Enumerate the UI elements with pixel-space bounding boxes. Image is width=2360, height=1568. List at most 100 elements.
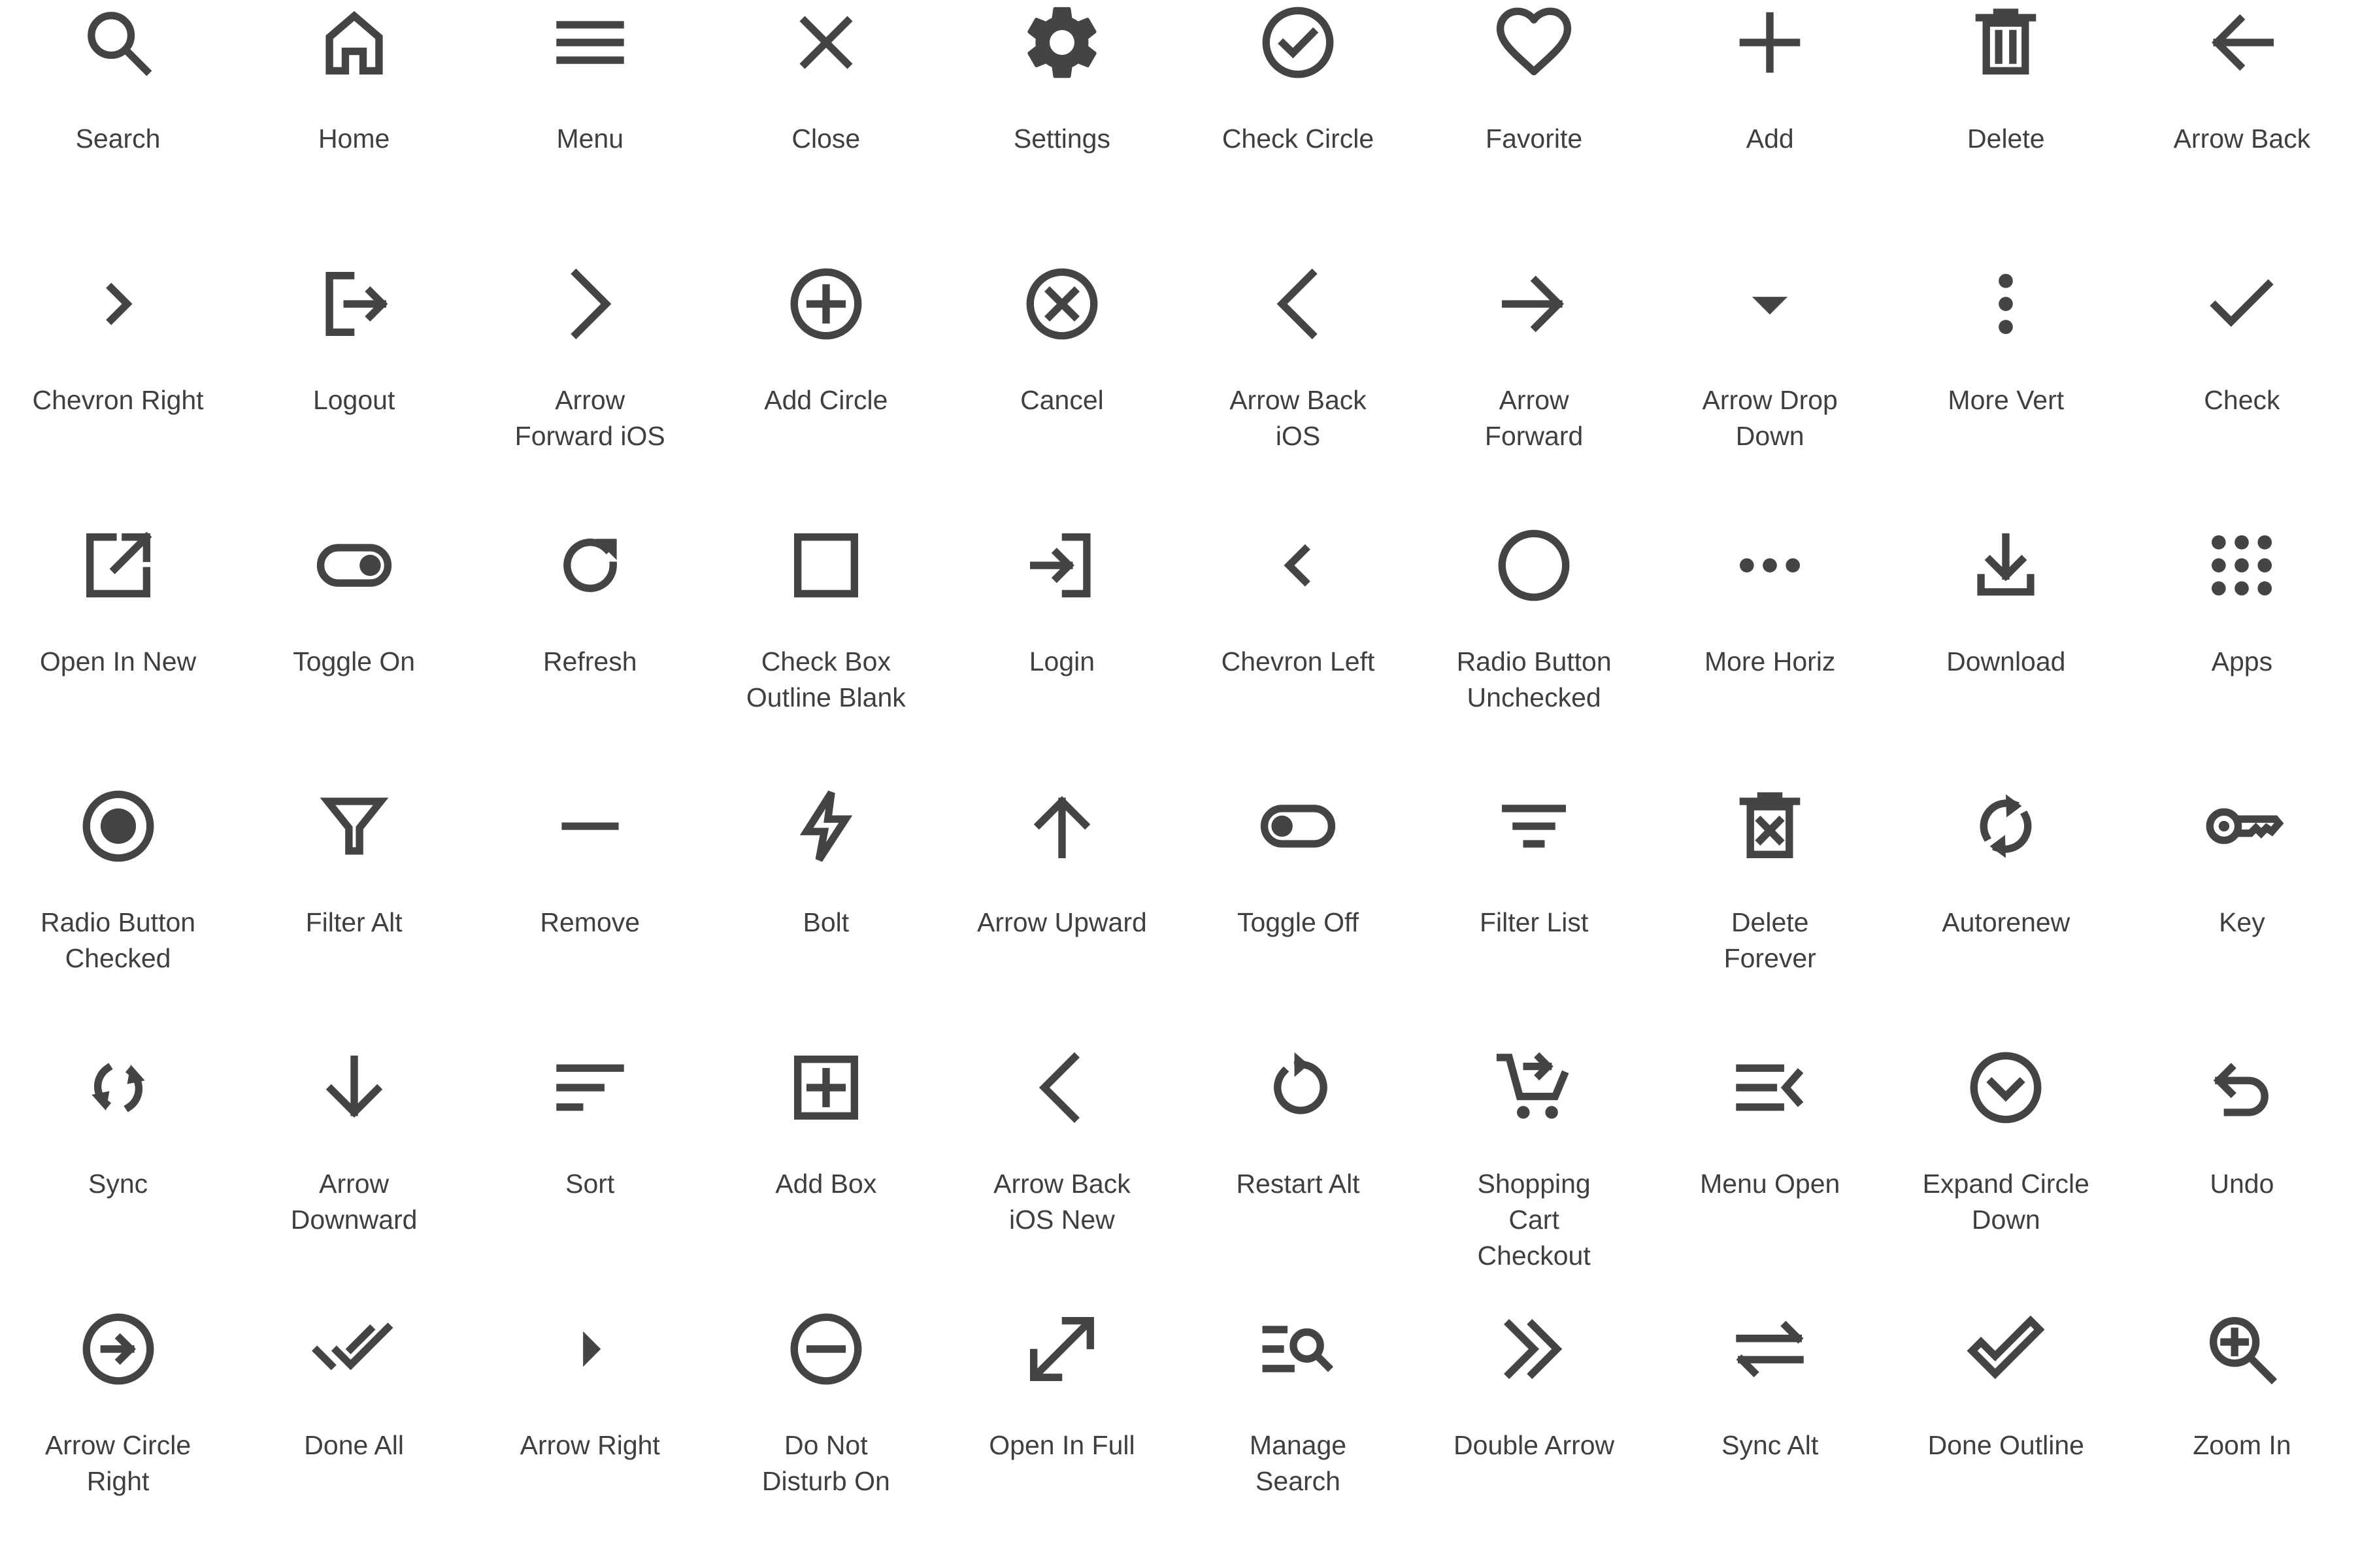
arrow-forward-ios-icon <box>548 261 633 346</box>
icon-tile-remove[interactable]: Remove <box>472 784 708 1045</box>
icon-tile-delete-forever[interactable]: Delete Forever <box>1652 784 1888 1045</box>
icon-label: More Vert <box>1948 384 2065 415</box>
icon-tile-done-all[interactable]: Done All <box>236 1307 472 1568</box>
icon-label: Sync <box>88 1169 148 1199</box>
icon-tile-cancel[interactable]: Cancel <box>944 261 1180 523</box>
filter-list-icon <box>1491 784 1576 869</box>
icon-tile-manage-search[interactable]: Manage Search <box>1180 1307 1416 1568</box>
check-icon <box>2199 261 2284 346</box>
icon-tile-add-circle[interactable]: Add Circle <box>708 261 944 523</box>
icon-tile-filter-alt[interactable]: Filter Alt <box>236 784 472 1045</box>
icon-tile-sync-alt[interactable]: Sync Alt <box>1652 1307 1888 1568</box>
icon-tile-favorite[interactable]: Favorite <box>1416 0 1652 261</box>
login-icon <box>1020 523 1105 608</box>
icon-tile-bolt[interactable]: Bolt <box>708 784 944 1045</box>
icon-tile-chevron-right[interactable]: Chevron Right <box>0 261 236 523</box>
icon-tile-arrow-back-ios[interactable]: Arrow Back iOS <box>1180 261 1416 523</box>
icon-tile-key[interactable]: Key <box>2124 784 2360 1045</box>
icon-tile-add-box[interactable]: Add Box <box>708 1045 944 1307</box>
icon-tile-home[interactable]: Home <box>236 0 472 261</box>
icon-tile-chevron-left[interactable]: Chevron Left <box>1180 523 1416 784</box>
icon-tile-undo[interactable]: Undo <box>2124 1045 2360 1307</box>
bolt-icon <box>784 784 869 869</box>
icon-tile-arrow-drop-down[interactable]: Arrow Drop Down <box>1652 261 1888 523</box>
double-arrow-icon <box>1491 1307 1576 1392</box>
done-all-icon <box>311 1307 397 1392</box>
icon-label: Menu <box>556 124 624 154</box>
icon-tile-arrow-circle-right[interactable]: Arrow Circle Right <box>0 1307 236 1568</box>
toggle-on-icon <box>312 523 397 608</box>
radio-button-unchecked-icon <box>1491 523 1576 608</box>
icon-tile-shopping-cart-checkout[interactable]: Shopping Cart Checkout <box>1416 1045 1652 1307</box>
arrow-circle-right-icon <box>76 1307 161 1392</box>
icon-tile-arrow-forward-ios[interactable]: Arrow Forward iOS <box>472 261 708 523</box>
icon-tile-add[interactable]: Add <box>1652 0 1888 261</box>
icon-label: Add Box <box>775 1169 877 1199</box>
icon-tile-menu[interactable]: Menu <box>472 0 708 261</box>
icon-tile-arrow-right[interactable]: Arrow Right <box>472 1307 708 1568</box>
icon-label: Add <box>1746 124 1794 154</box>
icon-tile-check-circle[interactable]: Check Circle <box>1180 0 1416 261</box>
done-outline-icon <box>1963 1307 2048 1392</box>
icon-tile-arrow-upward[interactable]: Arrow Upward <box>944 784 1180 1045</box>
icon-tile-filter-list[interactable]: Filter List <box>1416 784 1652 1045</box>
icon-tile-toggle-on[interactable]: Toggle On <box>236 523 472 784</box>
cancel-icon <box>1020 261 1105 346</box>
do-not-disturb-on-icon <box>784 1307 869 1392</box>
icon-tile-delete[interactable]: Delete <box>1888 0 2124 261</box>
icon-label: Zoom In <box>2193 1429 2291 1460</box>
icon-tile-expand-circle-down[interactable]: Expand Circle Down <box>1888 1045 2124 1307</box>
icon-tile-login[interactable]: Login <box>944 523 1180 784</box>
arrow-right-icon <box>548 1307 633 1392</box>
icon-tile-arrow-back[interactable]: Arrow Back <box>2124 0 2360 261</box>
icon-label: Radio Button Unchecked <box>1456 646 1612 712</box>
icon-label: Delete Forever <box>1723 907 1816 974</box>
icon-tile-do-not-disturb-on[interactable]: Do Not Disturb On <box>708 1307 944 1568</box>
icon-label: Arrow Forward iOS <box>514 384 665 451</box>
icon-tile-download[interactable]: Download <box>1888 523 2124 784</box>
home-icon <box>312 0 397 85</box>
icon-tile-check-box-outline-blank[interactable]: Check Box Outline Blank <box>708 523 944 784</box>
icon-label: Restart Alt <box>1236 1169 1360 1199</box>
icon-tile-logout[interactable]: Logout <box>236 261 472 523</box>
expand-circle-down-icon <box>1963 1045 2048 1130</box>
remove-icon <box>548 784 633 869</box>
icon-tile-open-in-full[interactable]: Open In Full <box>944 1307 1180 1568</box>
icon-tile-more-vert[interactable]: More Vert <box>1888 261 2124 523</box>
icon-tile-settings[interactable]: Settings <box>944 0 1180 261</box>
more-horiz-icon <box>1727 523 1812 608</box>
icon-tile-search[interactable]: Search <box>0 0 236 261</box>
icon-label: Expand Circle Down <box>1922 1169 2089 1235</box>
icon-tile-more-horiz[interactable]: More Horiz <box>1652 523 1888 784</box>
icon-tile-menu-open[interactable]: Menu Open <box>1652 1045 1888 1307</box>
icon-tile-zoom-in[interactable]: Zoom In <box>2124 1307 2360 1568</box>
icon-label: More Horiz <box>1704 646 1836 676</box>
icon-tile-toggle-off[interactable]: Toggle Off <box>1180 784 1416 1045</box>
icon-label: Double Arrow <box>1454 1429 1615 1460</box>
open-in-new-icon <box>76 523 161 608</box>
icon-tile-radio-button-unchecked[interactable]: Radio Button Unchecked <box>1416 523 1652 784</box>
icon-tile-arrow-back-ios-new[interactable]: Arrow Back iOS New <box>944 1045 1180 1307</box>
icon-tile-autorenew[interactable]: Autorenew <box>1888 784 2124 1045</box>
icon-tile-arrow-downward[interactable]: Arrow Downward <box>236 1045 472 1307</box>
icon-tile-radio-button-checked[interactable]: Radio Button Checked <box>0 784 236 1045</box>
icon-tile-double-arrow[interactable]: Double Arrow <box>1416 1307 1652 1568</box>
arrow-back-icon <box>2199 0 2284 85</box>
icon-label: Close <box>791 124 861 154</box>
icon-tile-refresh[interactable]: Refresh <box>472 523 708 784</box>
add-box-icon <box>784 1045 869 1130</box>
close-icon <box>784 0 869 85</box>
check-circle-icon <box>1255 0 1340 85</box>
icon-label: Undo <box>2210 1169 2274 1199</box>
icon-label: Cancel <box>1020 384 1104 415</box>
icon-tile-open-in-new[interactable]: Open In New <box>0 523 236 784</box>
icon-tile-close[interactable]: Close <box>708 0 944 261</box>
icon-tile-done-outline[interactable]: Done Outline <box>1888 1307 2124 1568</box>
icon-tile-apps[interactable]: Apps <box>2124 523 2360 784</box>
icon-tile-arrow-forward[interactable]: Arrow Forward <box>1416 261 1652 523</box>
icon-tile-check[interactable]: Check <box>2124 261 2360 523</box>
icon-tile-sort[interactable]: Sort <box>472 1045 708 1307</box>
icon-tile-restart-alt[interactable]: Restart Alt <box>1180 1045 1416 1307</box>
icon-tile-sync[interactable]: Sync <box>0 1045 236 1307</box>
icon-grid: Search Home Menu Close Settings Check Circle F… <box>0 0 2360 1568</box>
